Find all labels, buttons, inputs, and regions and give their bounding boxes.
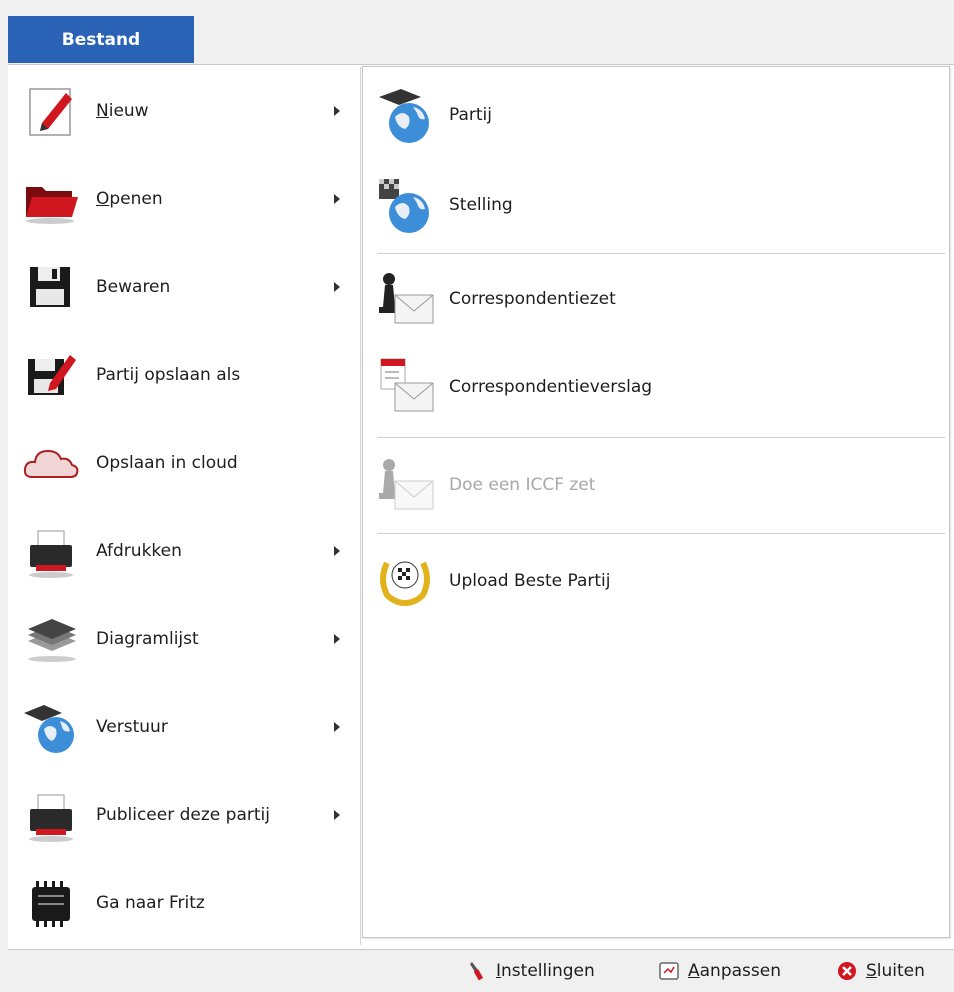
settings-label: Instellingen: [496, 961, 595, 981]
menu-item-opslaan-in-cloud[interactable]: Opslaan in cloud: [10, 423, 360, 503]
menu-item-label: Opslaan in cloud: [96, 453, 238, 473]
menu-item-label: Verstuur: [96, 717, 168, 737]
menu-item-openen[interactable]: Openen: [10, 159, 360, 239]
menu-item-partij-opslaan-als[interactable]: Partij opslaan als: [10, 335, 360, 415]
menu-item-label: Partij opslaan als: [96, 365, 241, 385]
menu-item-label: Bewaren: [96, 277, 171, 297]
close-button[interactable]: Sluiten: [836, 956, 925, 986]
menu-item-label: Ga naar Fritz: [96, 893, 205, 913]
submenu-arrow-icon: [334, 194, 340, 204]
submenu-item-label: Correspondentiezet: [449, 289, 616, 309]
submenu-item-label: Doe een ICCF zet: [449, 475, 596, 495]
menu-item-bewaren[interactable]: Bewaren: [10, 247, 360, 327]
submenu-item-label: Partij: [449, 105, 493, 125]
save-as-icon: [22, 347, 80, 405]
floppy-disk-icon: [22, 259, 80, 317]
submenu-item-label: Stelling: [449, 195, 513, 215]
customize-button[interactable]: Aanpassen: [658, 956, 781, 986]
submenu-arrow-icon: [334, 106, 340, 116]
new-document-icon: [22, 83, 80, 141]
tab-bestand[interactable]: Bestand: [8, 16, 194, 63]
printer-icon: [22, 523, 80, 581]
submenu-arrow-icon: [334, 282, 340, 292]
wrench-icon: [470, 962, 484, 981]
settings-button[interactable]: Instellingen: [466, 956, 595, 986]
menu-item-ga-naar-fritz[interactable]: Ga naar Fritz: [10, 863, 360, 943]
submenu-item-upload-beste-partij[interactable]: Upload Beste Partij: [363, 541, 949, 621]
separator: [377, 437, 945, 438]
submenu-item-label: Upload Beste Partij: [449, 571, 611, 591]
pawn-envelope-icon: [373, 453, 437, 517]
chip-icon: [22, 875, 80, 933]
menu-item-label: Diagramlijst: [96, 629, 199, 649]
separator: [377, 533, 945, 534]
document-envelope-icon: [373, 355, 437, 419]
ribbon-tab-bar: Bestand: [0, 0, 954, 64]
globe-chessboard-icon: [373, 83, 437, 147]
submenu-item-doe-een-iccf-zet[interactable]: Doe een ICCF zet: [363, 445, 949, 525]
submenu-item-correspondentieverslag[interactable]: Correspondentieverslag: [363, 347, 949, 427]
cloud-icon: [22, 435, 80, 493]
separator: [377, 253, 945, 254]
menu-item-nieuw[interactable]: Nieuw: [10, 71, 360, 151]
pawn-envelope-icon: [373, 267, 437, 331]
menu-item-verstuur[interactable]: Verstuur: [10, 687, 360, 767]
close-label: Sluiten: [866, 961, 925, 981]
menu-item-publiceer-deze-partij[interactable]: Publiceer deze partij: [10, 775, 360, 855]
customize-icon: [659, 962, 679, 980]
submenu-item-correspondentiezet[interactable]: Correspondentiezet: [363, 259, 949, 339]
submenu-item-label: Correspondentieverslag: [449, 377, 653, 397]
customize-label: Aanpassen: [688, 961, 781, 981]
submenu-arrow-icon: [334, 722, 340, 732]
backstage-footer: Instellingen Aanpassen Sluiten: [0, 950, 954, 992]
menu-item-afdrukken[interactable]: Afdrukken: [10, 511, 360, 591]
menu-item-diagramlijst[interactable]: Diagramlijst: [10, 599, 360, 679]
submenu-arrow-icon: [334, 810, 340, 820]
laurel-chess-icon: [373, 549, 437, 613]
globe-position-icon: [373, 173, 437, 237]
verstuur-submenu: Partij Stelling Correspondentiezet Corre…: [362, 66, 950, 938]
submenu-item-stelling[interactable]: Stelling: [363, 165, 949, 245]
menu-item-label: Openen: [96, 189, 163, 209]
submenu-arrow-icon: [334, 546, 340, 556]
open-folder-icon: [22, 171, 80, 229]
globe-chessboard-icon: [22, 699, 80, 757]
menu-item-label: Afdrukken: [96, 541, 182, 561]
submenu-item-partij[interactable]: Partij: [363, 75, 949, 155]
file-menu-list: Nieuw Openen Bewaren Partij opslaan als …: [10, 67, 361, 945]
submenu-arrow-icon: [334, 634, 340, 644]
menu-item-label: Nieuw: [96, 101, 149, 121]
printer-icon: [22, 787, 80, 845]
chessboard-stack-icon: [22, 611, 80, 669]
close-icon: [838, 962, 856, 980]
menu-item-label: Publiceer deze partij: [96, 805, 270, 825]
